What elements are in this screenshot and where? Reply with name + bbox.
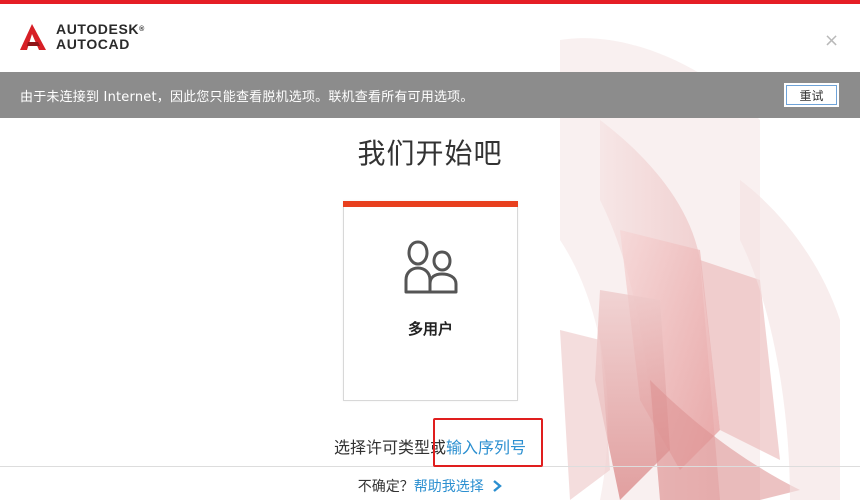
retry-button[interactable]: 重试 (784, 83, 839, 107)
license-prompt-text: 选择许可类型或 (333, 438, 446, 457)
autodesk-logo: AUTODESK® AUTOCAD (18, 22, 145, 52)
autocad-a-icon (20, 24, 46, 50)
highlight-annotation-box (433, 418, 543, 467)
offline-message: 由于未连接到 Internet，因此您只能查看脱机选项。联机查看所有可用选项。 (20, 89, 474, 105)
license-card-multi-user[interactable]: 多用户 (343, 201, 518, 401)
brand-line1: AUTODESK (56, 21, 140, 37)
brand-line2: AUTOCAD (56, 36, 130, 52)
unsure-label: 不确定？ (357, 479, 414, 495)
license-prompt-line: 选择许可类型或输入序列号 (0, 434, 860, 458)
close-icon[interactable]: × (824, 32, 839, 50)
page-title: 我们开始吧 (357, 137, 503, 170)
registered-mark: ® (139, 26, 145, 33)
help-line: 不确定？帮助我选择 (0, 476, 860, 496)
multi-user-icon (404, 240, 458, 294)
chevron-right-icon[interactable] (492, 480, 503, 492)
card-label: 多用户 (407, 320, 453, 338)
card-accent-bar (343, 201, 518, 207)
offline-banner: 由于未连接到 Internet，因此您只能查看脱机选项。联机查看所有可用选项。 … (0, 72, 860, 118)
logo-wordmark: AUTODESK® AUTOCAD (56, 22, 145, 52)
help-me-choose-link[interactable]: 帮助我选择 (414, 479, 484, 495)
footer-divider (0, 466, 860, 467)
header: AUTODESK® AUTOCAD × (0, 4, 860, 72)
